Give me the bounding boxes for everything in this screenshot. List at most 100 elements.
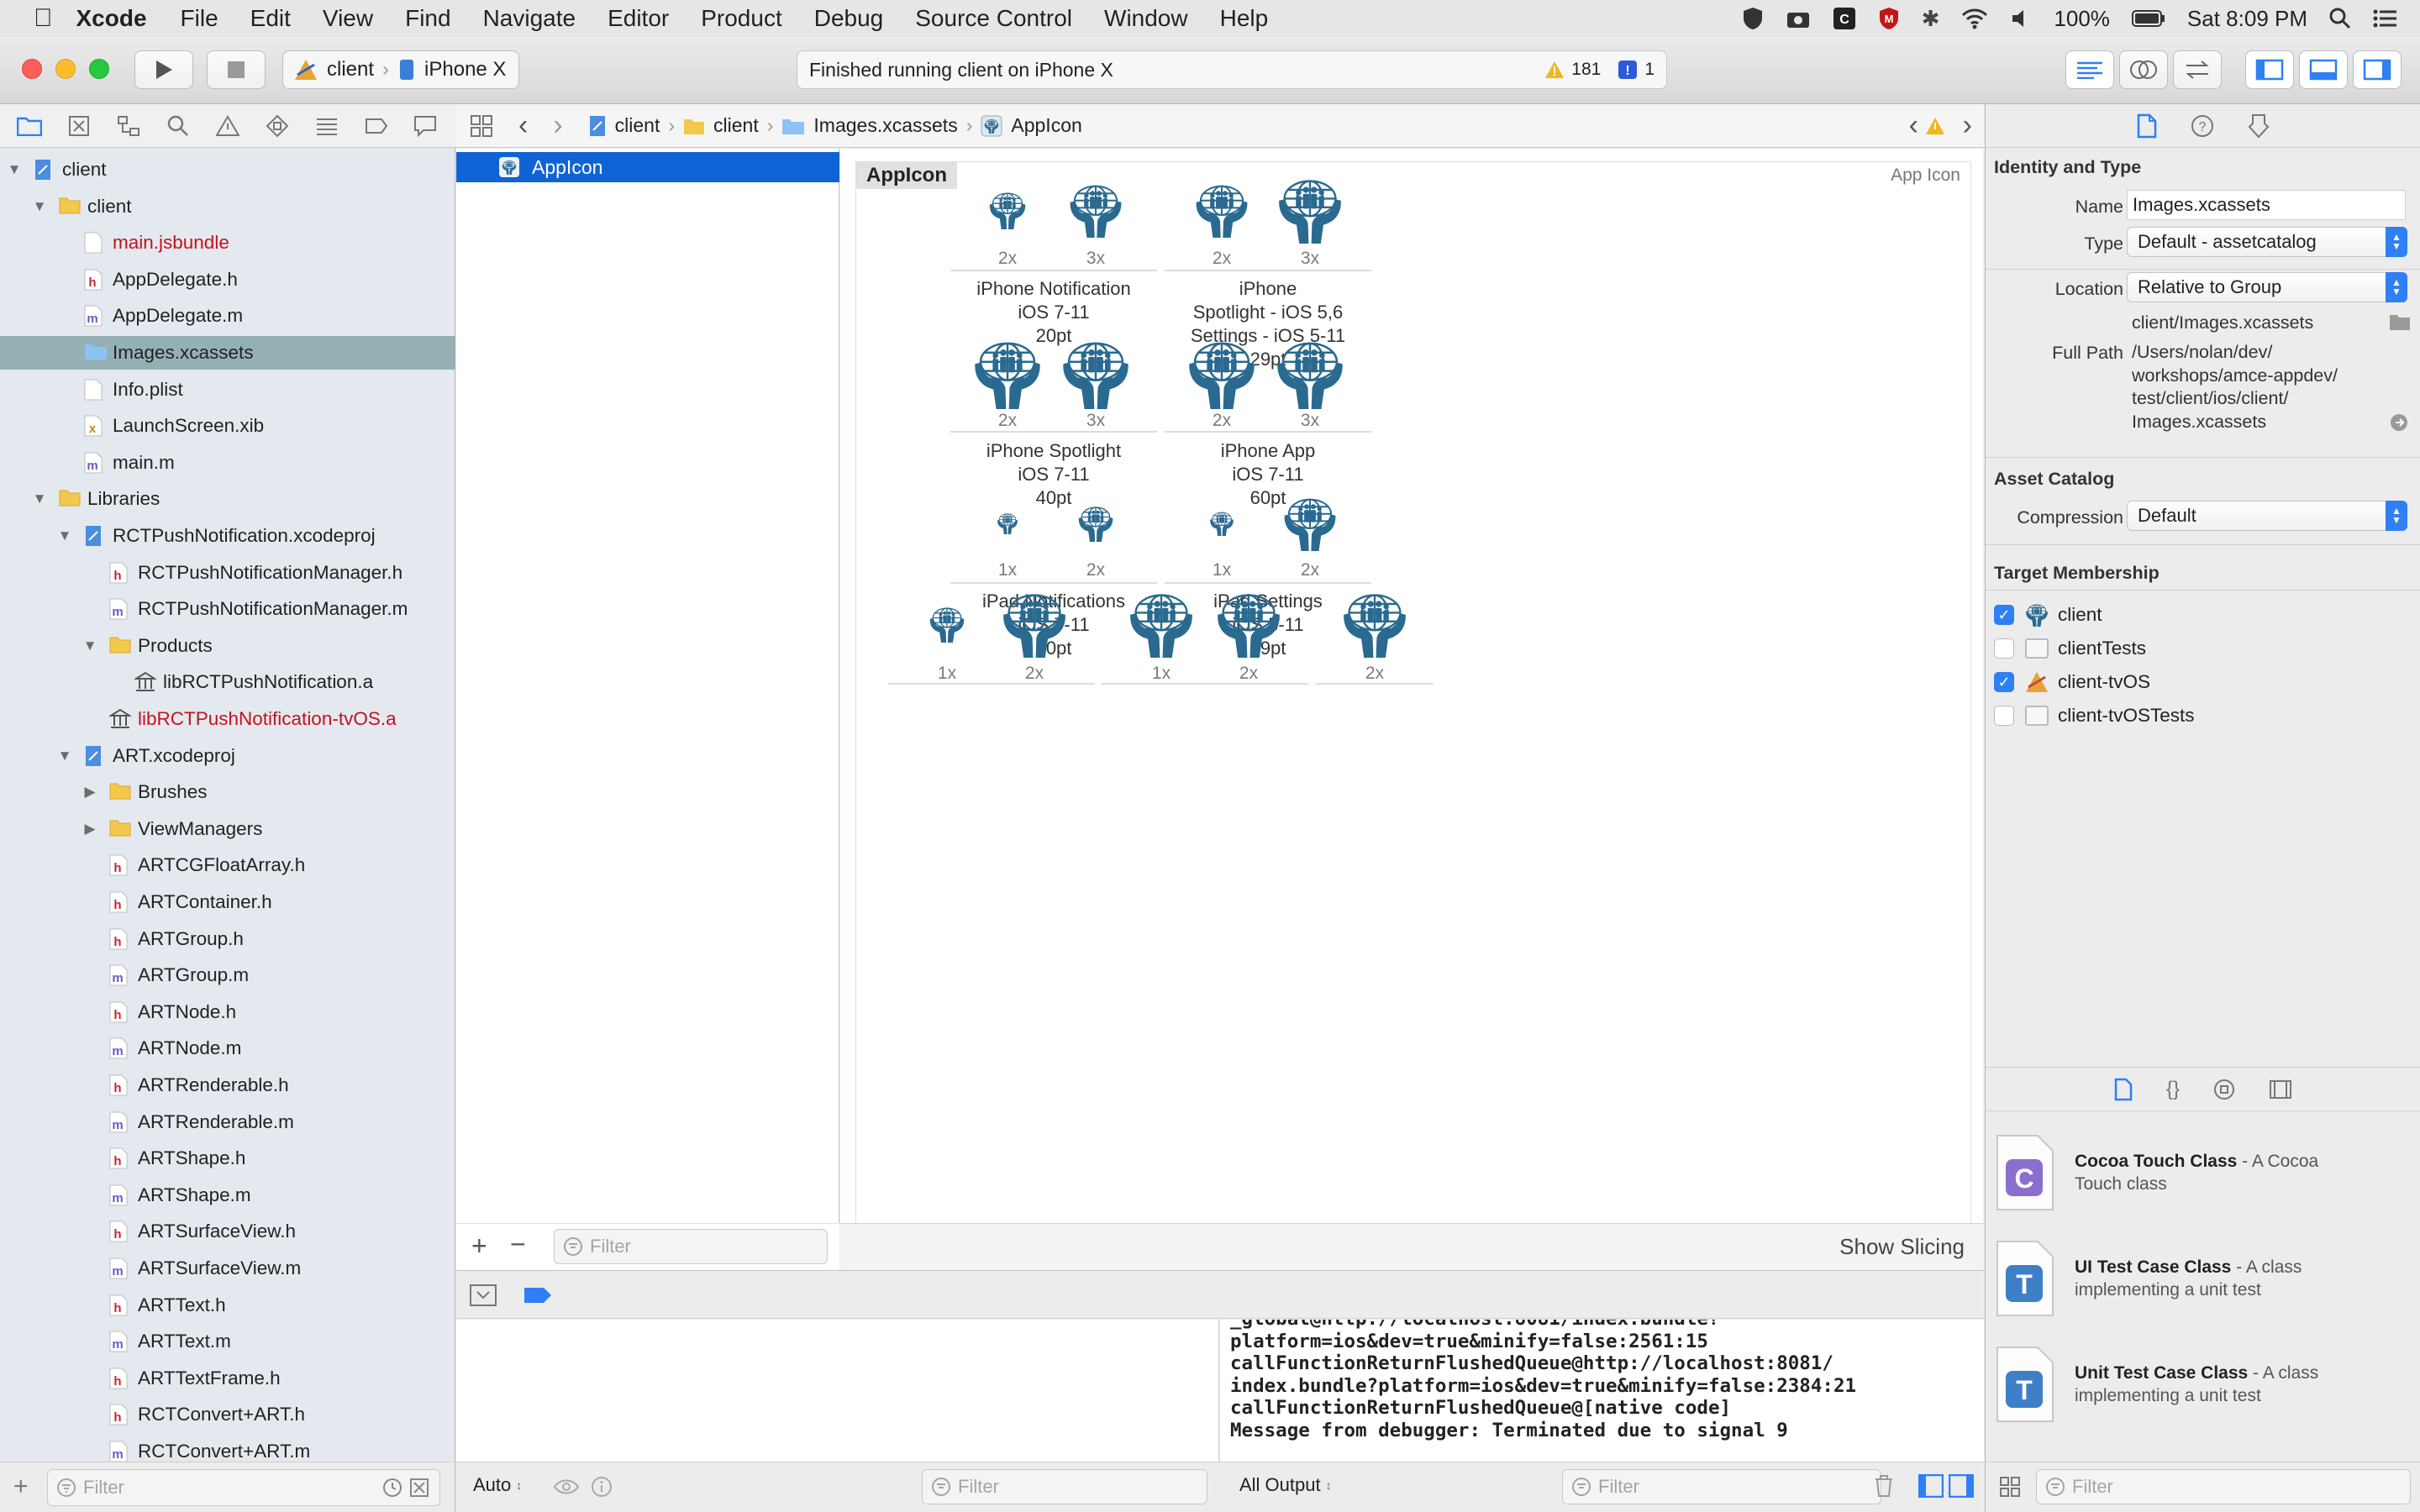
- stop-button[interactable]: [207, 50, 266, 89]
- navigator-item[interactable]: Images.xcassets: [0, 336, 455, 370]
- quick-help-icon[interactable]: ?: [2191, 114, 2214, 138]
- breakpoint-icon[interactable]: [364, 113, 389, 139]
- disclosure-open-icon[interactable]: ▼: [57, 748, 72, 764]
- menu-source-control[interactable]: Source Control: [915, 5, 1072, 32]
- menu-navigate[interactable]: Navigate: [483, 5, 576, 32]
- menu-find[interactable]: Find: [405, 5, 450, 32]
- assistant-editor-button[interactable]: [2119, 50, 2168, 89]
- previous-issue-icon[interactable]: ‹: [1909, 109, 1918, 142]
- navigator-item[interactable]: h ARTGroup.h: [0, 922, 455, 956]
- navigator-item[interactable]: h ARTShape.h: [0, 1142, 455, 1175]
- close-window-button[interactable]: [22, 59, 42, 79]
- cc-icon[interactable]: C: [1833, 7, 1856, 30]
- battery-percent[interactable]: 100%: [2054, 6, 2110, 32]
- navigator-item[interactable]: Info.plist: [0, 373, 455, 407]
- navigator-item[interactable]: m ARTGroup.m: [0, 958, 455, 992]
- navigator-item[interactable]: h ARTSurfaceView.h: [0, 1215, 455, 1248]
- add-file-icon[interactable]: +: [13, 1473, 29, 1501]
- standard-editor-button[interactable]: [2065, 50, 2114, 89]
- icon-well[interactable]: [1077, 505, 1114, 542]
- navigator-item[interactable]: h RCTPushNotificationManager.h: [0, 556, 455, 590]
- disclosure-open-icon[interactable]: ▼: [32, 198, 47, 215]
- test-icon[interactable]: [265, 113, 290, 139]
- variables-scope-popup[interactable]: Auto ↕: [473, 1474, 522, 1496]
- icon-well[interactable]: [1001, 591, 1068, 658]
- target-row[interactable]: ✓ client: [1994, 598, 2102, 632]
- volume-icon[interactable]: [2010, 8, 2032, 29]
- debug-navigator-icon[interactable]: [314, 113, 339, 139]
- split-left-icon[interactable]: [1918, 1474, 1944, 1498]
- show-slicing-button[interactable]: Show Slicing: [1839, 1234, 1965, 1260]
- eye-icon[interactable]: [554, 1478, 579, 1496]
- icon-well[interactable]: [1068, 182, 1123, 238]
- navigator-item[interactable]: h ARTCGFloatArray.h: [0, 848, 455, 882]
- battery-icon[interactable]: [2131, 9, 2165, 28]
- back-arrow-icon[interactable]: ‹: [518, 109, 528, 142]
- disclosure-open-icon[interactable]: ▼: [7, 161, 22, 178]
- location-popup[interactable]: Relative to Group ▲ ▼: [2127, 272, 2407, 302]
- checkbox-checked[interactable]: ✓: [1994, 672, 2014, 692]
- toggle-debug-area-button[interactable]: [2299, 50, 2348, 89]
- disclosure-open-icon[interactable]: ▼: [82, 638, 97, 654]
- name-field[interactable]: Images.xcassets: [2127, 190, 2406, 220]
- menu-edit[interactable]: Edit: [250, 5, 291, 32]
- output-selector-popup[interactable]: All Output ↕: [1239, 1474, 1332, 1496]
- menu-help[interactable]: Help: [1220, 5, 1269, 32]
- choose-folder-icon[interactable]: [2389, 312, 2411, 331]
- issue-icon[interactable]: !: [1618, 60, 1638, 80]
- navigator-item[interactable]: h ARTContainer.h: [0, 885, 455, 919]
- navigator-item[interactable]: m ARTText.m: [0, 1325, 455, 1358]
- warning-count[interactable]: 181: [1571, 60, 1601, 80]
- toggle-navigator-button[interactable]: [2245, 50, 2294, 89]
- hide-debug-area-icon[interactable]: [470, 1284, 497, 1306]
- scm-filter-icon[interactable]: [409, 1478, 429, 1498]
- grid-view-icon[interactable]: [1999, 1476, 2021, 1498]
- disclosure-open-icon[interactable]: ▼: [32, 491, 47, 507]
- icon-well[interactable]: [988, 191, 1027, 229]
- warning-icon[interactable]: [1544, 60, 1565, 79]
- split-right-icon[interactable]: [1949, 1474, 1974, 1498]
- run-button[interactable]: [134, 50, 193, 89]
- navigator-item[interactable]: ▼ ART.xcodeproj: [0, 739, 455, 773]
- target-row[interactable]: client-tvOSTests: [1994, 699, 2195, 732]
- icon-well[interactable]: [972, 339, 1043, 409]
- navigator-filter-field[interactable]: Filter: [47, 1469, 440, 1506]
- media-library-icon[interactable]: [2269, 1079, 2292, 1100]
- toggle-inspector-button[interactable]: [2353, 50, 2402, 89]
- file-inspector-icon[interactable]: [2137, 113, 2157, 139]
- camera-icon[interactable]: [1786, 8, 1811, 29]
- identity-inspector-icon[interactable]: [2248, 113, 2270, 139]
- reveal-in-finder-icon[interactable]: [2390, 413, 2408, 432]
- menu-debug[interactable]: Debug: [814, 5, 884, 32]
- compression-popup[interactable]: Default ▲ ▼: [2127, 501, 2407, 531]
- minimize-window-button[interactable]: [55, 59, 76, 79]
- icon-well[interactable]: [1215, 591, 1282, 658]
- recent-files-icon[interactable]: [382, 1478, 402, 1498]
- file-template-library-icon[interactable]: [2114, 1078, 2133, 1101]
- notification-center-icon[interactable]: [2373, 9, 2396, 28]
- navigator-item[interactable]: main.jsbundle: [0, 226, 455, 260]
- menu-app-name[interactable]: Xcode: [76, 5, 147, 32]
- disclosure-closed-icon[interactable]: ▶: [82, 784, 97, 801]
- target-row[interactable]: clientTests: [1994, 632, 2146, 665]
- forward-arrow-icon[interactable]: ›: [553, 109, 562, 142]
- related-items-icon[interactable]: [470, 114, 493, 138]
- icon-well[interactable]: [1341, 591, 1408, 658]
- wifi-icon[interactable]: [1961, 8, 1988, 29]
- object-library-icon[interactable]: [2213, 1079, 2235, 1100]
- breadcrumb-group[interactable]: client: [713, 114, 759, 137]
- navigator-item[interactable]: m ARTNode.m: [0, 1032, 455, 1065]
- menu-file[interactable]: File: [181, 5, 218, 32]
- breadcrumb-project[interactable]: client: [615, 114, 660, 137]
- navigator-item[interactable]: h RCTConvert+ART.h: [0, 1398, 455, 1431]
- navigator-item[interactable]: m ARTSurfaceView.m: [0, 1252, 455, 1285]
- navigator-item[interactable]: m AppDelegate.m: [0, 299, 455, 333]
- report-icon[interactable]: [413, 113, 438, 139]
- navigator-item[interactable]: m ARTRenderable.m: [0, 1105, 455, 1139]
- menu-product[interactable]: Product: [701, 5, 782, 32]
- shield-icon[interactable]: [1742, 7, 1764, 30]
- issue-navigator-icon[interactable]: [215, 113, 240, 139]
- console-filter-field[interactable]: Filter: [1562, 1469, 1881, 1504]
- asset-filter-field[interactable]: Filter: [554, 1229, 828, 1264]
- library-item[interactable]: T Unit Test Case Class - A class implement…: [1994, 1332, 2414, 1436]
